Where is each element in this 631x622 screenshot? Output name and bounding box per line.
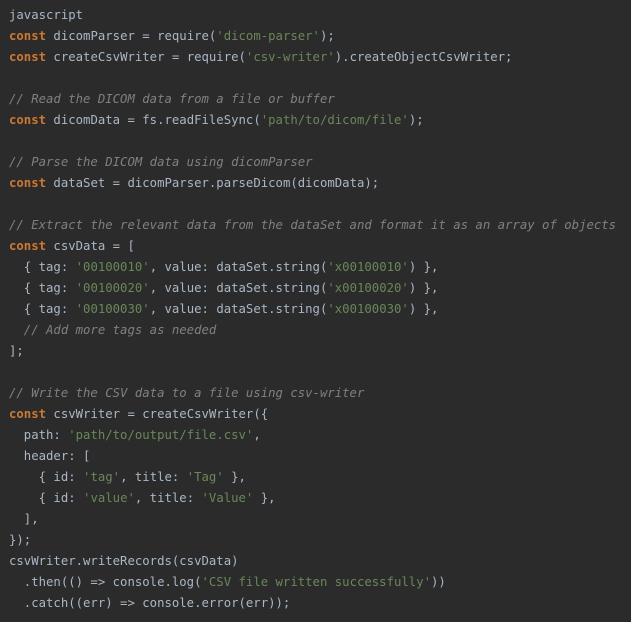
code-token-plain: csvWriter = createCsvWriter({ — [46, 407, 269, 421]
code-line: // Write the CSV data to a file using cs… — [9, 383, 631, 404]
code-token-string: 'tag' — [83, 470, 121, 484]
code-token-plain: { id: — [9, 470, 84, 484]
code-line: { tag: '00100010', value: dataSet.string… — [9, 257, 631, 278]
code-token-plain: createCsvWriter = require( — [46, 50, 246, 64]
code-token-plain: csvWriter.writeRecords(csvData) — [9, 554, 239, 568]
code-token-plain: }, — [253, 491, 276, 505]
code-token-keyword: const — [9, 176, 47, 190]
code-token-string: 'x00100030' — [327, 302, 409, 316]
code-token-plain: ).createObjectCsvWriter; — [334, 50, 513, 64]
code-token-comment: // Write the CSV data to a file using cs… — [9, 386, 365, 400]
code-token-string: 'csv-writer' — [245, 50, 335, 64]
code-line: // Read the DICOM data from a file or bu… — [9, 89, 631, 110]
code-line: const createCsvWriter = require('csv-wri… — [9, 47, 631, 68]
code-line: // Extract the relevant data from the da… — [9, 215, 631, 236]
code-token-plain: header: [ — [9, 449, 91, 463]
code-token-keyword: const — [9, 50, 47, 64]
code-line: javascript — [9, 5, 631, 26]
code-token-plain: ) }, — [408, 281, 439, 295]
code-token-string: '00100030' — [75, 302, 150, 316]
code-token-comment: // Parse the DICOM data using dicomParse… — [9, 155, 313, 169]
code-token-plain: , title: — [134, 491, 202, 505]
code-token-plain: , value: dataSet.string( — [149, 260, 328, 274]
code-line: { tag: '00100030', value: dataSet.string… — [9, 299, 631, 320]
code-line: ], — [9, 509, 631, 530]
code-token-plain: , value: dataSet.string( — [149, 281, 328, 295]
code-token-plain: dataSet = dicomParser.parseDicom(dicomDa… — [46, 176, 380, 190]
code-editor[interactable]: javascript const dicomParser = require('d… — [0, 0, 631, 622]
code-token-string: 'path/to/output/file.csv' — [68, 428, 254, 442]
code-line: const dataSet = dicomParser.parseDicom(d… — [9, 173, 631, 194]
code-token-plain: ) }, — [408, 260, 439, 274]
code-token-string: 'value' — [83, 491, 135, 505]
code-line: // Parse the DICOM data using dicomParse… — [9, 152, 631, 173]
code-line: { id: 'value', title: 'Value' }, — [9, 488, 631, 509]
code-token-plain: ], — [9, 512, 39, 526]
code-token-plain: dicomParser = require( — [46, 29, 217, 43]
code-line: .catch((err) => console.error(err)); — [9, 593, 631, 614]
code-token-comment: // Add more tags as needed — [9, 323, 217, 337]
code-line: header: [ — [9, 446, 631, 467]
code-token-plain: { tag: — [9, 260, 76, 274]
code-token-keyword: const — [9, 407, 47, 421]
code-line: }); — [9, 530, 631, 551]
code-token-string: 'dicom-parser' — [216, 29, 320, 43]
code-token-plain: }); — [9, 533, 32, 547]
code-line: const dicomData = fs.readFileSync('path/… — [9, 110, 631, 131]
code-token-string: 'Tag' — [186, 470, 224, 484]
code-line: path: 'path/to/output/file.csv', — [9, 425, 631, 446]
code-token-string: '00100010' — [75, 260, 150, 274]
code-block: javascript const dicomParser = require('d… — [9, 5, 631, 614]
code-line: { id: 'tag', title: 'Tag' }, — [9, 467, 631, 488]
code-line: const csvWriter = createCsvWriter({ — [9, 404, 631, 425]
code-token-plain: ]; — [9, 344, 24, 358]
code-token-keyword: const — [9, 239, 47, 253]
code-line: { tag: '00100020', value: dataSet.string… — [9, 278, 631, 299]
code-token-string: 'path/to/dicom/file' — [260, 113, 409, 127]
code-token-plain: ); — [319, 29, 335, 43]
code-token-lang: javascript — [9, 8, 84, 22]
code-line: ]; — [9, 341, 631, 362]
code-line: const csvData = [ — [9, 236, 631, 257]
code-token-plain: .catch((err) => console.error(err)); — [9, 596, 291, 610]
code-token-plain: , title: — [120, 470, 187, 484]
code-token-plain: , — [253, 428, 261, 442]
code-token-string: 'CSV file written successfully' — [201, 575, 432, 589]
code-line: const dicomParser = require('dicom-parse… — [9, 26, 631, 47]
code-token-plain: dicomData = fs.readFileSync( — [46, 113, 261, 127]
code-token-plain: , value: dataSet.string( — [149, 302, 328, 316]
code-token-comment: // Extract the relevant data from the da… — [9, 218, 617, 232]
code-token-plain: ); — [408, 113, 424, 127]
code-token-keyword: const — [9, 29, 47, 43]
code-token-plain: { tag: — [9, 302, 76, 316]
code-token-plain: ) }, — [408, 302, 439, 316]
code-token-keyword: const — [9, 113, 47, 127]
code-token-plain: )) — [431, 575, 446, 589]
code-token-plain: { id: — [9, 491, 84, 505]
code-token-plain: }, — [223, 470, 246, 484]
code-line: .then(() => console.log('CSV file writte… — [9, 572, 631, 593]
code-token-string: 'x00100020' — [327, 281, 409, 295]
code-token-comment: // Read the DICOM data from a file or bu… — [9, 92, 335, 106]
code-line: csvWriter.writeRecords(csvData) — [9, 551, 631, 572]
code-token-plain: csvData = [ — [46, 239, 135, 253]
code-token-plain: path: — [9, 428, 69, 442]
code-token-plain: .then(() => console.log( — [9, 575, 202, 589]
code-line: // Add more tags as needed — [9, 320, 631, 341]
code-token-plain: { tag: — [9, 281, 76, 295]
code-token-string: 'x00100010' — [327, 260, 409, 274]
code-token-string: '00100020' — [75, 281, 150, 295]
code-token-string: 'Value' — [201, 491, 254, 505]
